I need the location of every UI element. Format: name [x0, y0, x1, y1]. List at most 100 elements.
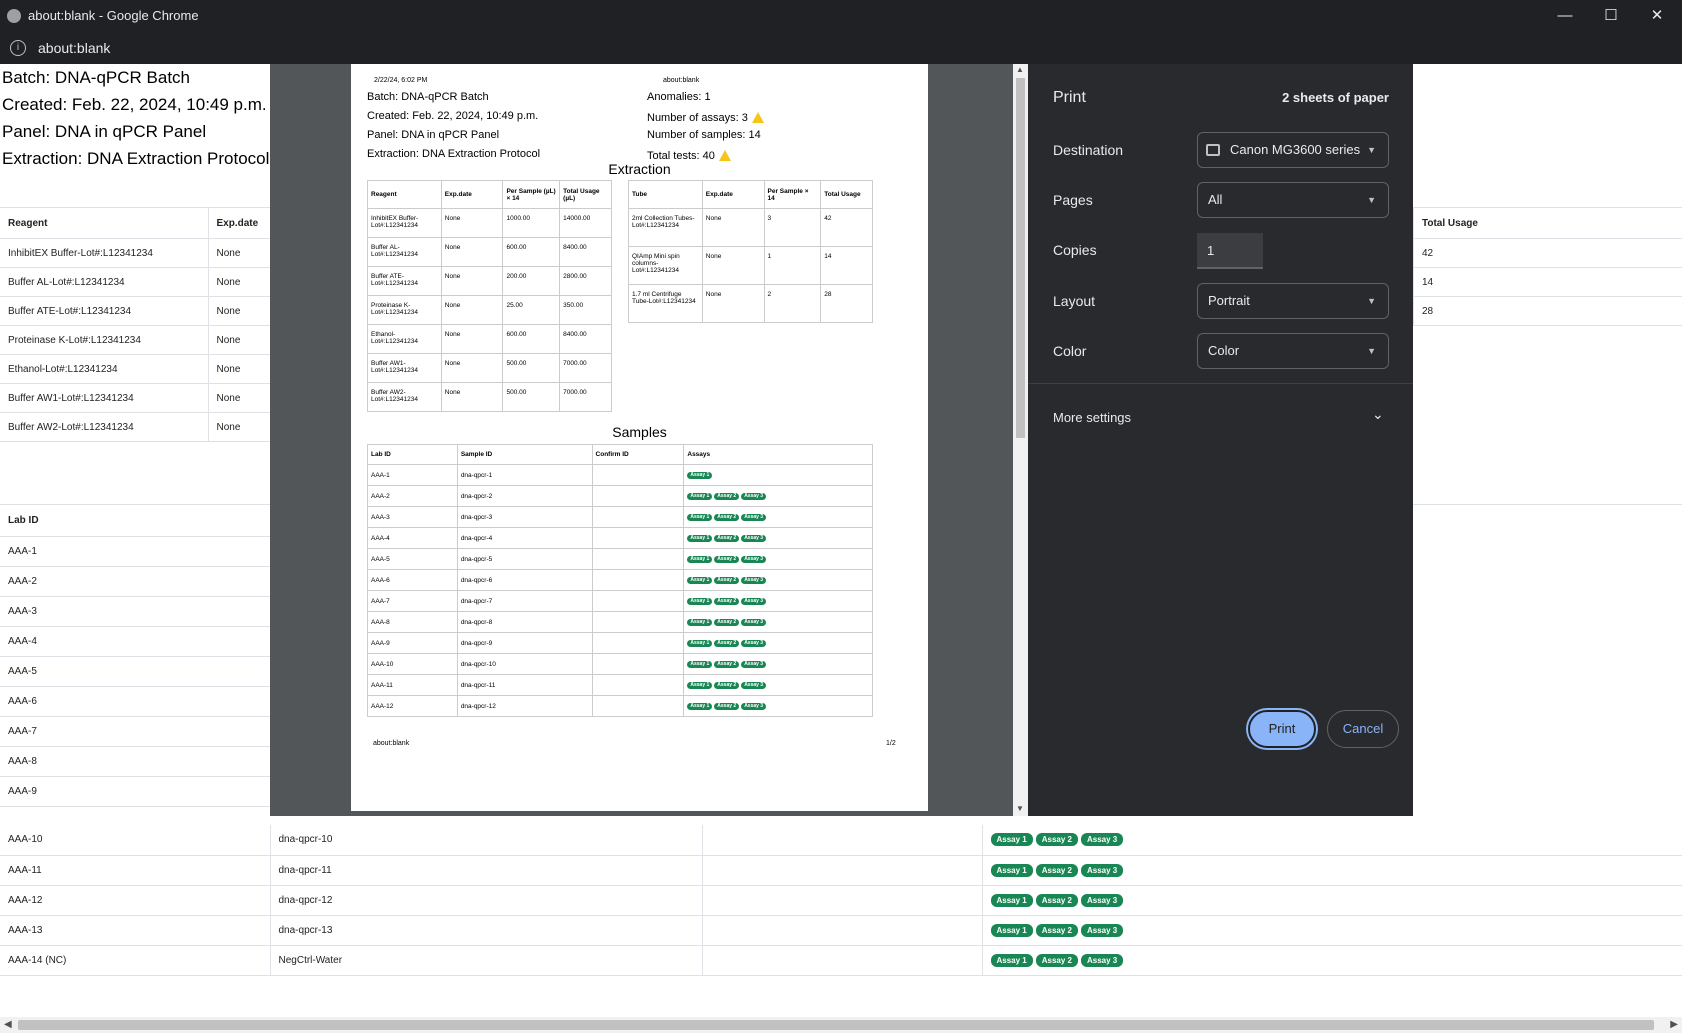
scroll-right-icon[interactable]: ▶ [1670, 1019, 1678, 1030]
preview-reagent-row: Buffer AL-Lot#:L12341234 None 600.00 8400.0… [367, 237, 612, 267]
preview-reagent-row: Buffer AW2-Lot#:L12341234 None 500.00 7000.… [367, 382, 612, 412]
preview-sample-row: AAA-5 dna-qpcr-5 Assay 1 Assay 2 Assay 3 [367, 548, 873, 570]
lab-row: AAA-7 [0, 716, 270, 747]
chevron-down-icon[interactable]: ⌄ [1372, 406, 1384, 423]
reagent-header: Reagent [0, 207, 209, 239]
reagent-row: Proteinase K-Lot#:L12341234 None [0, 325, 270, 355]
lab-id-cell: AAA-3 [0, 596, 270, 627]
preview-header-date: 2/22/24, 6:02 PM [374, 77, 428, 84]
reagent-name: InhibitEX Buffer-Lot#:L12341234 [0, 238, 209, 268]
destination-select[interactable]: Canon MG3600 series ▼ [1197, 132, 1389, 168]
color-select[interactable]: Color ▼ [1197, 333, 1389, 369]
preview-lab-id: AAA-10 [367, 653, 458, 675]
preview-scrollbar[interactable]: ▲ ▼ [1013, 64, 1028, 816]
assay-badge: Assay 1 [687, 577, 713, 584]
assay-badge: Assay 1 [990, 953, 1033, 967]
reagent-exp: None [208, 267, 270, 297]
preview-extraction-title: Extraction [608, 161, 671, 177]
preview-reagent-row: Buffer AW1-Lot#:L12341234 None 500.00 7000.… [367, 353, 612, 383]
assay-badge: Assay 2 [714, 514, 740, 521]
preview-tube-exp: None [701, 246, 765, 285]
preview-sample-id: dna-qpcr-8 [456, 611, 593, 633]
layout-value: Portrait [1208, 293, 1250, 308]
warning-icon [718, 150, 731, 161]
layout-select[interactable]: Portrait ▼ [1197, 283, 1389, 319]
preview-scrollbar-thumb[interactable] [1016, 78, 1025, 438]
preview-reagent-name: Buffer AL-Lot#:L12341234 [367, 237, 442, 267]
preview-header-cell: Reagent [367, 180, 442, 209]
minimize-button[interactable]: — [1542, 0, 1588, 32]
assay-badge: Assay 3 [1081, 923, 1124, 937]
preview-tube-total: 42 [820, 208, 873, 247]
print-title: Print [1053, 89, 1086, 106]
assay-badge: Assay 3 [741, 598, 767, 605]
info-icon[interactable]: i [10, 40, 26, 56]
reagent-row: InhibitEX Buffer-Lot#:L12341234 None [0, 238, 270, 268]
total-usage-row: 14 [1413, 267, 1682, 297]
assays-cell: Assay 1 Assay 2 Assay 3 [982, 915, 1682, 946]
preview-extraction: Extraction: DNA Extraction Protocol [367, 148, 541, 160]
assay-badge: Assay 2 [1035, 833, 1078, 847]
print-button[interactable]: Print [1248, 710, 1316, 748]
assay-badge: Assay 3 [741, 661, 767, 668]
assay-badge: Assay 2 [714, 577, 740, 584]
pages-select[interactable]: All ▼ [1197, 182, 1389, 218]
assay-badge: Assay 1 [990, 893, 1033, 907]
horizontal-scrollbar[interactable]: ◀ ▶ [0, 1017, 1682, 1033]
assay-badge: Assay 3 [741, 619, 767, 626]
preview-reagent-row: Proteinase K-Lot#:L12341234 None 25.00 350.… [367, 295, 612, 325]
preview-assays: Assay 1 Assay 2 Assay 3 [683, 590, 873, 612]
address-bar[interactable]: i about:blank [0, 32, 1682, 64]
assay-badge: Assay 3 [741, 682, 767, 689]
preview-confirm-id [591, 485, 685, 507]
assays-cell: Assay 1 Assay 2 Assay 3 [982, 855, 1682, 886]
preview-tube-name: 2ml Collection Tubes-Lot#:L12341234 [628, 208, 703, 247]
close-button[interactable]: ✕ [1634, 0, 1680, 32]
reagent-row: Ethanol-Lot#:L12341234 None [0, 354, 270, 384]
cancel-button[interactable]: Cancel [1327, 710, 1399, 748]
preview-reagent-total: 350.00 [559, 295, 612, 325]
copies-input[interactable]: 1 [1197, 233, 1263, 269]
preview-sample-id: dna-qpcr-5 [456, 548, 593, 570]
preview-reagent-row: Ethanol-Lot#:L12341234 None 600.00 8400.00 [367, 324, 612, 354]
preview-lab-id: AAA-8 [367, 611, 458, 633]
preview-sample-id: dna-qpcr-1 [456, 464, 593, 486]
preview-sample-row: AAA-1 dna-qpcr-1 Assay 1 [367, 464, 873, 486]
chevron-down-icon: ▼ [1367, 346, 1376, 356]
destination-value: Canon MG3600 series [1230, 142, 1361, 157]
assay-badge: Assay 1 [687, 661, 713, 668]
preview-tube-name: QIAmp Mini spin columns-Lot#:L12341234 [628, 246, 703, 285]
preview-reagent-total: 8400.00 [559, 324, 612, 354]
maximize-button[interactable]: ☐ [1588, 0, 1634, 32]
preview-assays: Assay 1 Assay 2 Assay 3 [683, 506, 873, 528]
lab-id-cell: AAA-10 [0, 825, 271, 856]
preview-header-cell: Lab ID [367, 444, 458, 465]
preview-anomalies: Anomalies: 1 [647, 91, 711, 103]
preview-reagent-name: Buffer ATE-Lot#:L12341234 [367, 266, 442, 296]
preview-footer-page: 1/2 [886, 740, 896, 747]
reagent-row: Buffer AL-Lot#:L12341234 None [0, 267, 270, 297]
assay-badge: Assay 1 [687, 682, 713, 689]
preview-lab-id: AAA-12 [367, 695, 458, 717]
lab-row: AAA-9 [0, 776, 270, 807]
preview-tube-total: 28 [820, 284, 873, 323]
scroll-left-icon[interactable]: ◀ [4, 1019, 12, 1030]
preview-sample-row: AAA-11 dna-qpcr-11 Assay 1 Assay 2 Assay 3 [367, 674, 873, 696]
assay-badge: Assay 3 [741, 535, 767, 542]
lab-id-cell: AAA-13 [0, 915, 271, 946]
preview-tube-table: Tube Exp.date Per Sample × 14 Total Usage 2m… [628, 180, 873, 323]
preview-assays: Assay 1 Assay 2 Assay 3 [683, 527, 873, 549]
more-settings-toggle[interactable]: More settings [1053, 410, 1131, 425]
extraction-text: Extraction: DNA Extraction Protocol [2, 149, 270, 168]
scrollbar-thumb[interactable] [18, 1020, 1654, 1030]
preview-confirm-id [591, 611, 685, 633]
preview-reagent-total: 7000.00 [559, 382, 612, 412]
preview-confirm-id [591, 632, 685, 654]
preview-sample-id: dna-qpcr-9 [456, 632, 593, 654]
preview-assays: Assay 1 Assay 2 Assay 3 [683, 548, 873, 570]
preview-confirm-id [591, 506, 685, 528]
preview-header-cell: Assays [683, 444, 873, 465]
window-title: about:blank - Google Chrome [28, 8, 199, 23]
total-usage-value: 28 [1413, 296, 1682, 326]
reagent-exp: None [208, 238, 270, 268]
